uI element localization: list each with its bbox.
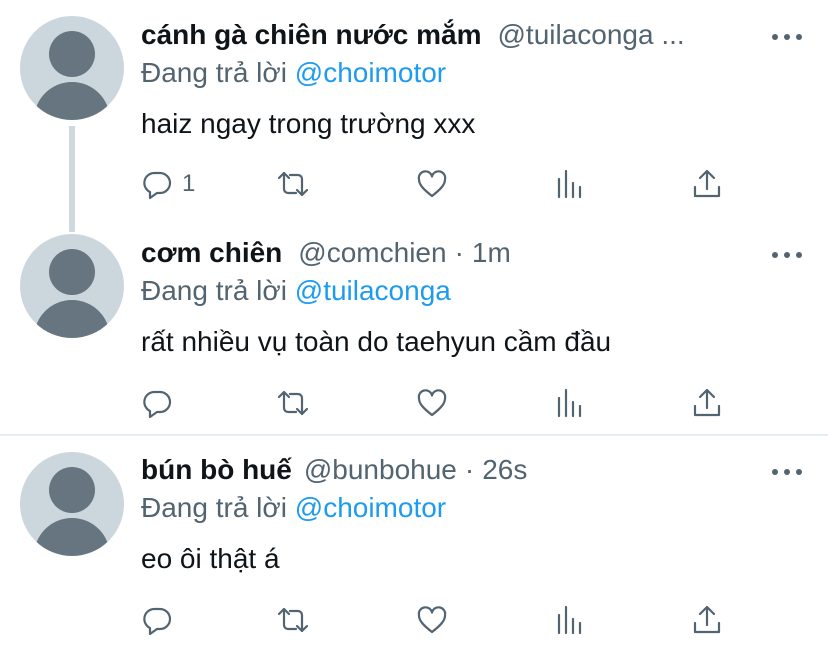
user-handle[interactable]: @bunbohue (304, 454, 457, 486)
user-handle[interactable]: @comchien (298, 237, 446, 269)
reply-button[interactable] (140, 600, 174, 640)
tweet-text: haiz ngay trong trường xxx (141, 108, 476, 139)
replying-to-prefix: Đang trả lời (141, 275, 295, 306)
views-button[interactable] (553, 164, 587, 204)
replying-to-mention[interactable]: @choimotor (295, 492, 446, 523)
tweet-time[interactable]: 1m (472, 237, 511, 269)
more-icon[interactable] (772, 32, 802, 42)
tweet-header: cơm chiên @comchien · 1m (141, 233, 788, 273)
display-name[interactable]: cơm chiên (141, 237, 282, 269)
reply-count: 1 (182, 170, 196, 197)
like-icon (417, 170, 447, 198)
replying-to-mention[interactable]: @choimotor (295, 57, 446, 88)
retweet-icon (277, 171, 309, 197)
retweet-button[interactable] (276, 383, 310, 423)
avatar-head-shape (49, 467, 95, 513)
share-button[interactable] (690, 164, 724, 204)
retweet-icon (277, 390, 309, 416)
share-icon (693, 605, 721, 634)
share-button[interactable] (690, 383, 724, 423)
retweet-button[interactable] (276, 600, 310, 640)
avatar-body-shape (34, 518, 110, 556)
views-icon (557, 388, 582, 418)
avatar-body-shape (34, 82, 110, 120)
views-icon (557, 169, 582, 199)
views-button[interactable] (553, 383, 587, 423)
tweet-actions: 1 (140, 164, 740, 204)
replying-to-line: Đang trả lời @tuilaconga (141, 275, 451, 307)
reply-button[interactable]: 1 (140, 164, 195, 204)
reply-tweet-3[interactable]: bún bò huế @bunbohue · 26s Đang trả lời … (0, 436, 828, 650)
tweet-actions (140, 600, 740, 640)
tweet-text: rất nhiều vụ toàn do taehyun cầm đầu (141, 326, 612, 357)
share-icon (693, 169, 721, 198)
replying-to-line: Đang trả lời @choimotor (141, 57, 446, 89)
user-handle[interactable]: @tuilaconga ... (498, 19, 685, 51)
share-button[interactable] (690, 600, 724, 640)
avatar[interactable] (20, 16, 124, 120)
replying-to-prefix: Đang trả lời (141, 492, 295, 523)
tweet-actions (140, 383, 740, 423)
tweet-time[interactable]: 26s (482, 454, 527, 486)
tweet-text: eo ôi thật á (141, 543, 280, 574)
separator-dot: · (464, 454, 475, 485)
replying-to-prefix: Đang trả lời (141, 57, 295, 88)
more-icon[interactable] (772, 250, 802, 260)
display-name[interactable]: cánh gà chiên nước mắm (141, 19, 482, 51)
reply-icon (143, 171, 172, 200)
like-button[interactable] (415, 383, 449, 423)
reply-icon (143, 607, 172, 636)
avatar-body-shape (34, 300, 110, 338)
separator-dot: · (454, 237, 464, 268)
avatar-head-shape (49, 249, 95, 295)
reply-tweet-1[interactable]: cánh gà chiên nước mắm @tuilaconga ... Đ… (0, 0, 828, 220)
replying-to-line: Đang trả lời @choimotor (141, 492, 446, 524)
like-button[interactable] (415, 600, 449, 640)
tweet-header: cánh gà chiên nước mắm @tuilaconga ... (141, 15, 788, 55)
reply-tweet-2[interactable]: cơm chiên @comchien · 1m Đang trả lời @t… (0, 218, 828, 434)
like-button[interactable] (415, 164, 449, 204)
more-icon[interactable] (772, 467, 802, 477)
reply-button[interactable] (140, 383, 174, 423)
like-icon (417, 606, 447, 634)
avatar-head-shape (49, 31, 95, 77)
retweet-icon (277, 607, 309, 633)
avatar[interactable] (20, 452, 124, 556)
tweet-header: bún bò huế @bunbohue · 26s (141, 450, 788, 490)
views-icon (557, 605, 582, 635)
reply-icon (143, 390, 172, 419)
display-name[interactable]: bún bò huế (141, 454, 292, 486)
views-button[interactable] (553, 600, 587, 640)
share-icon (693, 388, 721, 417)
like-icon (417, 389, 447, 417)
replying-to-mention[interactable]: @tuilaconga (295, 275, 451, 306)
retweet-button[interactable] (276, 164, 310, 204)
avatar[interactable] (20, 234, 124, 338)
